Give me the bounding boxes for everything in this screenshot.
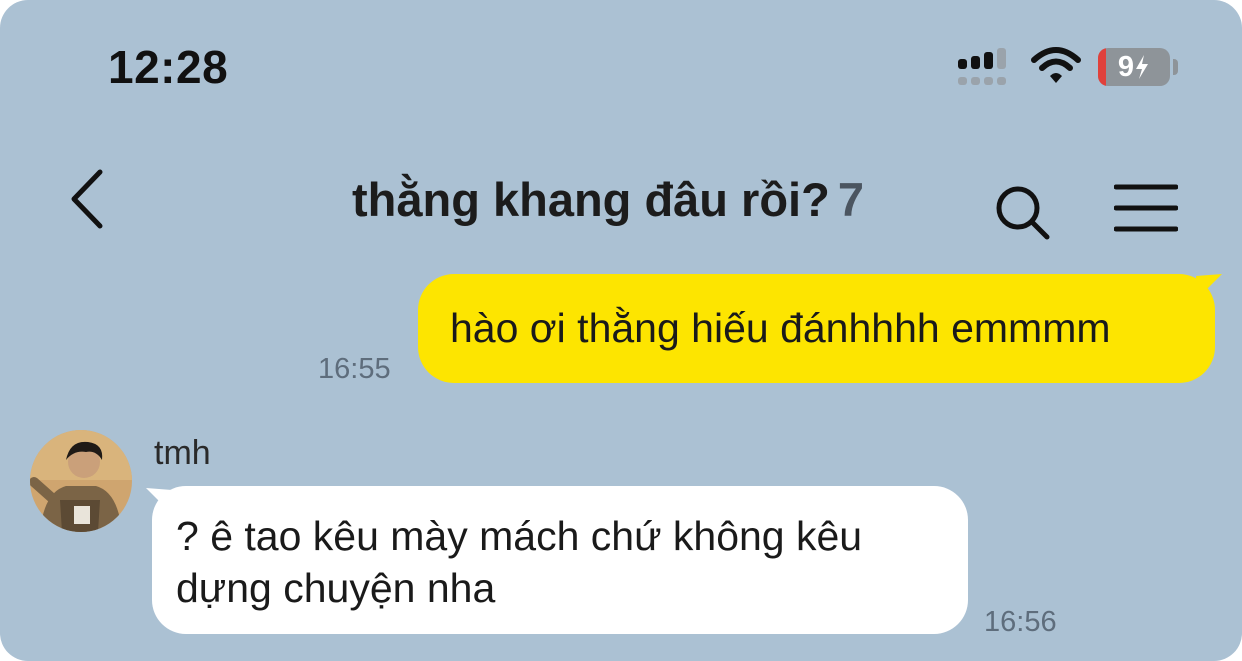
outgoing-bubble-tail (1196, 272, 1226, 307)
chat-title-text: thằng khang đâu rồi? (352, 173, 830, 226)
back-chevron-icon[interactable] (68, 168, 108, 235)
incoming-message-line: ? ê tao kêu mày mách chứ không kêu (176, 513, 863, 559)
wifi-icon (1030, 46, 1082, 91)
sender-name: tmh (154, 434, 211, 472)
cellular-signal-icon (958, 48, 1012, 93)
outgoing-message-bubble[interactable]: hào ơi thằng hiếu đánhhhh emmmm (418, 274, 1215, 383)
menu-icon[interactable] (1113, 184, 1179, 237)
incoming-message-time: 16:56 (984, 606, 1057, 638)
incoming-message-line: dựng chuyện nha (176, 565, 496, 611)
chat-screen: 12:28 9 thằng khang đâu rồi? 7 hào ơi th… (0, 0, 1242, 661)
sender-avatar[interactable] (30, 430, 132, 532)
status-time: 12:28 (108, 41, 229, 93)
battery-icon: 9 (1098, 48, 1170, 86)
outgoing-message-text: hào ơi thằng hiếu đánhhhh emmmm (450, 305, 1111, 351)
charging-bolt-icon (1136, 55, 1149, 79)
battery-cap (1173, 59, 1178, 75)
incoming-message-bubble[interactable]: ? ê tao kêu mày mách chứ không kêu dựng … (152, 486, 968, 634)
outgoing-message-time: 16:55 (318, 353, 391, 385)
search-icon[interactable] (994, 184, 1052, 247)
member-count: 7 (837, 173, 864, 226)
chat-title: thằng khang đâu rồi? 7 (352, 172, 864, 227)
battery-percent: 9 (1098, 48, 1170, 86)
battery-percent-label: 9 (1117, 50, 1135, 83)
